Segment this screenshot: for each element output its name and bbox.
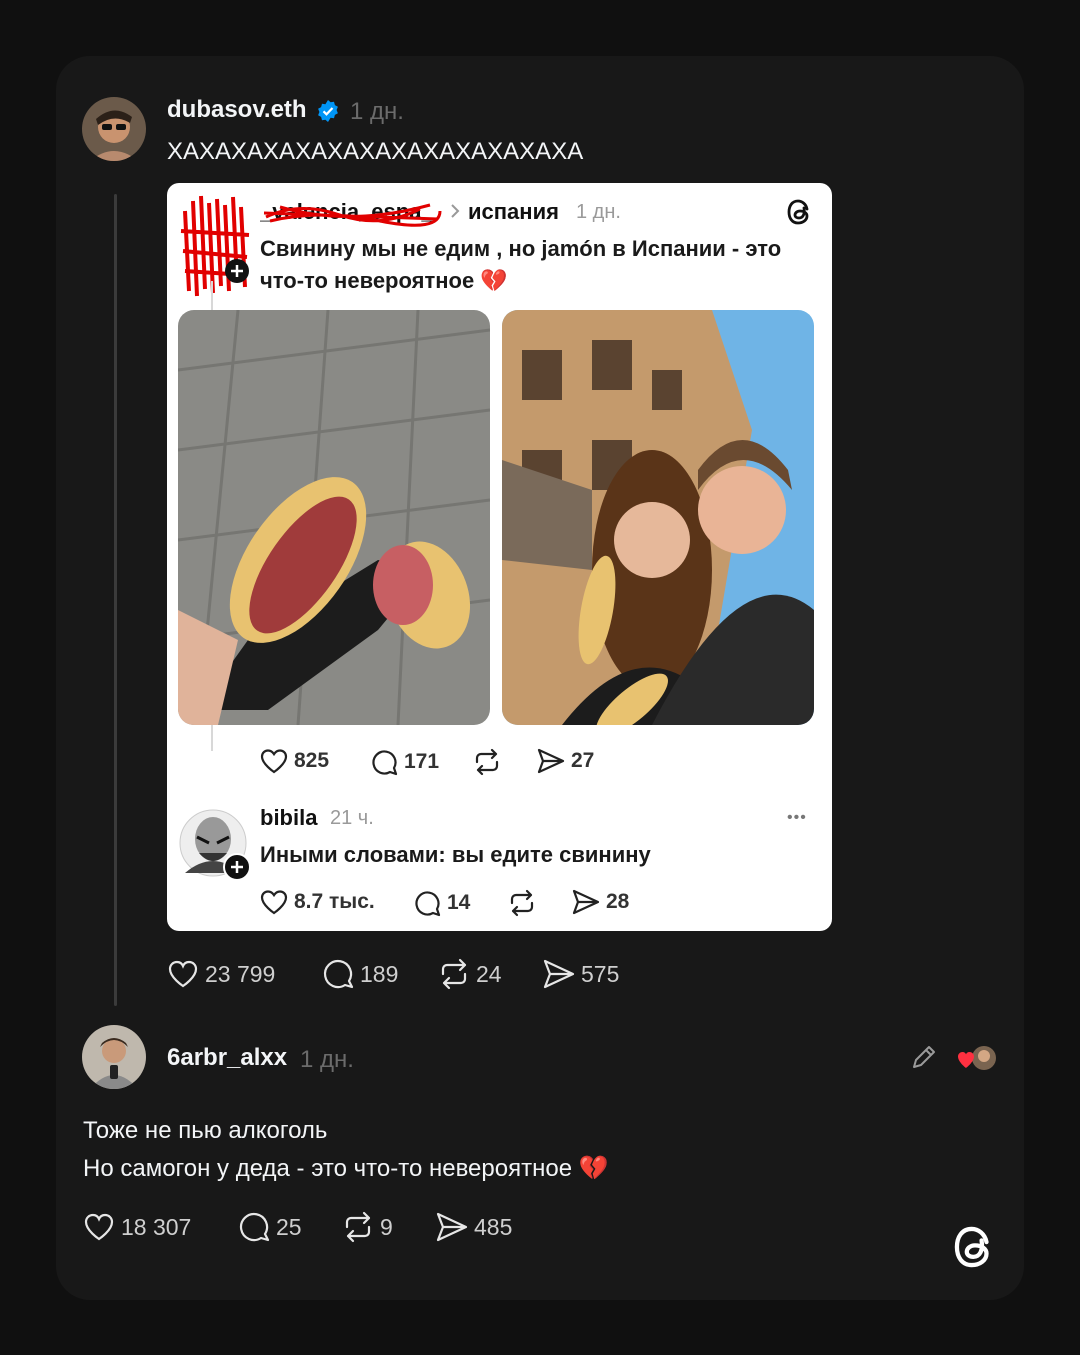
heart-icon bbox=[260, 749, 288, 774]
comment-icon bbox=[324, 960, 354, 989]
post-repost-count: 24 bbox=[476, 960, 502, 987]
comment-icon bbox=[415, 891, 441, 917]
comment-repost[interactable]: 9 bbox=[342, 1211, 393, 1243]
comment-text-line2: Но самогон у деда - это что-то невероятн… bbox=[83, 1154, 609, 1183]
avatar-6arbr[interactable] bbox=[82, 1025, 146, 1089]
post-username[interactable]: dubasov.eth bbox=[167, 96, 307, 124]
avatar-dubasov[interactable] bbox=[82, 97, 146, 161]
threads-logo-icon bbox=[952, 1222, 998, 1277]
reply-repost[interactable] bbox=[507, 889, 537, 917]
reply-username[interactable]: bibila bbox=[260, 805, 317, 831]
bibila-avatar[interactable] bbox=[179, 809, 259, 881]
quoted-text-line2: что-то невероятное 💔 bbox=[260, 265, 508, 297]
comment-share[interactable]: 485 bbox=[436, 1212, 512, 1242]
quoted-like-count: 825 bbox=[294, 749, 330, 772]
broken-heart-emoji: 💔 bbox=[480, 268, 508, 293]
reply-share[interactable]: 28 bbox=[572, 889, 629, 915]
share-icon bbox=[572, 889, 600, 915]
repost-icon bbox=[475, 748, 499, 776]
comment-share-count: 485 bbox=[474, 1213, 513, 1240]
verified-badge-icon bbox=[316, 99, 340, 128]
more-icon[interactable]: ••• bbox=[787, 809, 807, 827]
quoted-text-line1: Свинину мы не едим , но jamón в Испании … bbox=[260, 236, 782, 261]
comment-repost-count: 9 bbox=[380, 1213, 393, 1240]
chevron-right-icon bbox=[450, 203, 460, 224]
post-like-count: 23 799 bbox=[205, 960, 276, 987]
comment-icon bbox=[240, 1213, 270, 1242]
comment-time: 1 дн. bbox=[300, 1046, 354, 1073]
comment-text-line2-text: Но самогон у деда - это что-то невероятн… bbox=[83, 1155, 573, 1182]
quoted-screenshot[interactable]: _valencia_espa_ испания 1 дн. Свинину мы… bbox=[167, 183, 832, 931]
quoted-share-count: 27 bbox=[571, 749, 595, 772]
reply-share-count: 28 bbox=[606, 890, 630, 913]
comment-like-count: 18 307 bbox=[121, 1213, 192, 1240]
broken-heart-emoji: 💔 bbox=[578, 1155, 609, 1182]
post-reply-count: 189 bbox=[360, 960, 399, 987]
quoted-reply[interactable]: 171 bbox=[370, 748, 439, 776]
quoted-share[interactable]: 27 bbox=[537, 748, 594, 774]
pencil-icon[interactable] bbox=[910, 1043, 938, 1076]
repost-icon bbox=[441, 958, 467, 990]
thread-line bbox=[114, 194, 117, 1006]
quoted-text-line2-text: что-то невероятное bbox=[260, 268, 475, 293]
quoted-like[interactable]: 825 bbox=[260, 748, 329, 774]
share-icon bbox=[537, 748, 565, 774]
reply-reply[interactable]: 14 bbox=[413, 889, 470, 917]
post-like[interactable]: 23 799 bbox=[167, 959, 275, 989]
reply-like[interactable]: 8.7 тыс. bbox=[260, 889, 375, 915]
post-share[interactable]: 575 bbox=[543, 959, 619, 989]
quoted-reply-count: 171 bbox=[404, 750, 440, 773]
repost-icon bbox=[345, 1211, 371, 1243]
heart-icon bbox=[260, 890, 288, 915]
post-repost[interactable]: 24 bbox=[438, 958, 502, 990]
photo-sandwich[interactable] bbox=[178, 310, 490, 725]
post-reply[interactable]: 189 bbox=[322, 958, 398, 990]
share-icon bbox=[543, 959, 575, 989]
liked-by-author-icon bbox=[956, 1044, 998, 1077]
heart-icon bbox=[84, 1213, 114, 1241]
share-icon bbox=[436, 1212, 468, 1242]
comment-username[interactable]: 6arbr_alxx bbox=[167, 1044, 287, 1072]
comment-reply[interactable]: 25 bbox=[238, 1211, 302, 1243]
comment-text-line1: Тоже не пью алкоголь bbox=[83, 1117, 328, 1144]
reply-time: 21 ч. bbox=[330, 807, 374, 829]
quoted-username[interactable]: _valencia_espa_ bbox=[260, 199, 442, 227]
quoted-repost[interactable] bbox=[472, 748, 502, 776]
post-share-count: 575 bbox=[581, 960, 620, 987]
reply-reply-count: 14 bbox=[447, 891, 471, 914]
post-text: ХАХАХАХАХАХАХАХАХАХАХАХАХА bbox=[167, 138, 584, 165]
quoted-topic[interactable]: испания bbox=[468, 199, 559, 225]
repost-icon bbox=[510, 889, 534, 917]
comment-reply-count: 25 bbox=[276, 1213, 302, 1240]
redaction-scribble bbox=[263, 203, 442, 227]
threads-logo-icon[interactable] bbox=[786, 197, 814, 232]
reply-like-count: 8.7 тыс. bbox=[294, 890, 375, 913]
comment-icon bbox=[372, 750, 398, 776]
quoted-time: 1 дн. bbox=[576, 201, 621, 223]
quoted-avatar bbox=[175, 191, 255, 301]
heart-icon bbox=[168, 960, 198, 988]
comment-like[interactable]: 18 307 bbox=[83, 1212, 191, 1242]
photo-couple[interactable] bbox=[502, 310, 814, 725]
post-time: 1 дн. bbox=[350, 98, 404, 125]
reply-text: Иными словами: вы едите свинину bbox=[260, 842, 651, 867]
